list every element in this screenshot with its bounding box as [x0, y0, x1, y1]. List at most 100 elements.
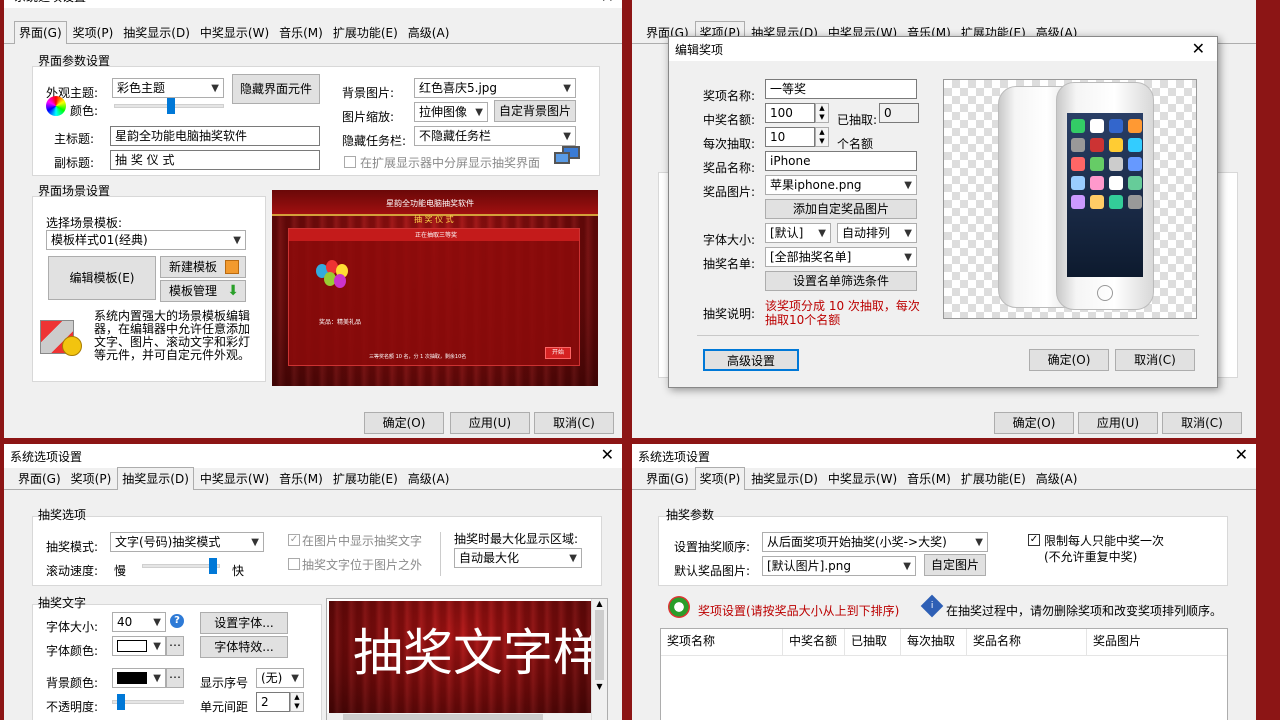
tab-prizes[interactable]: 奖项(P) [67, 469, 116, 489]
speed-slider[interactable] [142, 558, 220, 574]
close-icon[interactable]: ✕ [1235, 446, 1248, 464]
tab-music[interactable]: 音乐(M) [275, 469, 327, 489]
scene-select[interactable]: 模板样式01(经典) ▼ [46, 230, 246, 250]
apply-button[interactable]: 应用(U) [1078, 412, 1158, 434]
dialog-ok-button[interactable]: 确定(O) [1029, 349, 1109, 371]
font-color-more-button[interactable]: ⋯ [166, 636, 184, 656]
font-size-select[interactable]: [默认] ▼ [765, 223, 831, 243]
scroll-up-icon[interactable]: ▲ [592, 599, 607, 608]
tab-draw-display[interactable]: 抽奖显示(D) [119, 23, 194, 43]
scrollbar-thumb[interactable] [343, 714, 543, 720]
tab-interface[interactable]: 界面(G) [14, 21, 67, 44]
filter-button[interactable]: 设置名单筛选条件 [765, 271, 917, 291]
font-size-select[interactable]: 40 ▼ [112, 612, 166, 632]
taskbar-select[interactable]: 不隐藏任务栏 ▼ [414, 126, 576, 146]
tab-extensions[interactable]: 扩展功能(E) [957, 469, 1030, 489]
close-icon[interactable]: ✕ [1192, 40, 1205, 58]
bg-color-select[interactable]: ▼ [112, 668, 166, 688]
tab-extensions[interactable]: 扩展功能(E) [329, 469, 402, 489]
winners-stepper[interactable]: ▲ ▼ [815, 103, 829, 123]
column-header[interactable]: 奖品名称 [967, 629, 1087, 655]
scale-select[interactable]: 拉伸图像 ▼ [414, 102, 488, 122]
column-header[interactable]: 每次抽取 [901, 629, 967, 655]
custom-bg-button[interactable]: 自定背景图片 [494, 100, 576, 122]
main-title-input[interactable]: 星韵全功能电脑抽奖软件 [110, 126, 320, 146]
scrollbar-thumb[interactable] [595, 610, 604, 680]
list-label: 抽奖名单: [703, 257, 756, 271]
tab-prizes[interactable]: 奖项(P) [69, 23, 118, 43]
font-effect-button[interactable]: 字体特效... [200, 636, 288, 658]
hide-elements-button[interactable]: 隐藏界面元件 [232, 74, 320, 104]
tab-winner-display[interactable]: 中奖显示(W) [196, 469, 273, 489]
item-image-select[interactable]: 苹果iphone.png ▼ [765, 175, 917, 195]
column-header[interactable]: 中奖名额 [783, 629, 845, 655]
scroll-down-icon[interactable]: ▼ [592, 682, 607, 691]
prize-name-input[interactable]: 一等奖 [765, 79, 917, 99]
chevron-down-icon: ▼ [569, 553, 577, 564]
slider-thumb[interactable] [209, 558, 217, 574]
color-slider[interactable] [114, 98, 224, 114]
apply-button[interactable]: 应用(U) [450, 412, 530, 434]
theme-select[interactable]: 彩色主题 ▼ [112, 78, 224, 98]
chevron-down-icon: ▼ [153, 641, 161, 652]
slider-thumb[interactable] [117, 694, 125, 710]
horizontal-scrollbar[interactable] [327, 713, 591, 720]
cancel-button[interactable]: 取消(C) [534, 412, 614, 434]
tab-draw-display[interactable]: 抽奖显示(D) [747, 469, 822, 489]
tab-music[interactable]: 音乐(M) [275, 23, 327, 43]
tab-extensions[interactable]: 扩展功能(E) [329, 23, 402, 43]
tab-advanced[interactable]: 高级(A) [404, 469, 454, 489]
slider-thumb[interactable] [167, 98, 175, 114]
opacity-slider[interactable] [112, 694, 184, 710]
font-color-select[interactable]: ▼ [112, 636, 166, 656]
column-header[interactable]: 奖品图片 [1087, 629, 1229, 655]
limit-once-checkbox[interactable]: ✓ [1028, 534, 1040, 546]
ok-button[interactable]: 确定(O) [364, 412, 444, 434]
advanced-settings-button[interactable]: 高级设置 [703, 349, 799, 371]
set-font-button[interactable]: 设置字体... [200, 612, 288, 634]
tab-interface[interactable]: 界面(G) [642, 469, 693, 489]
edit-template-button[interactable]: 编辑模板(E) [48, 256, 156, 300]
show-in-image-checkbox[interactable]: ✓ [288, 534, 300, 546]
new-template-button[interactable]: 新建模板 [160, 256, 246, 278]
text-outside-checkbox[interactable] [288, 558, 300, 570]
tab-winner-display[interactable]: 中奖显示(W) [824, 469, 901, 489]
tab-music[interactable]: 音乐(M) [903, 469, 955, 489]
vertical-scrollbar[interactable]: ▲ ▼ [591, 599, 607, 720]
mode-select[interactable]: 文字(号码)抽奖模式 ▼ [110, 532, 264, 552]
split-screen-checkbox[interactable] [344, 156, 356, 168]
per-draw-stepper[interactable]: ▲ ▼ [815, 127, 829, 147]
bg-color-more-button[interactable]: ⋯ [166, 668, 184, 688]
spacing-input[interactable]: 2 [256, 692, 290, 712]
column-header[interactable]: 奖项名称 [661, 629, 783, 655]
per-draw-input[interactable]: 10 [765, 127, 815, 147]
maximize-select[interactable]: 自动最大化 ▼ [454, 548, 582, 568]
tab-draw-display[interactable]: 抽奖显示(D) [117, 467, 194, 490]
tab-advanced[interactable]: 高级(A) [1032, 469, 1082, 489]
close-icon[interactable]: ✕ [601, 0, 614, 6]
font-size-label: 字体大小: [46, 620, 99, 634]
serial-select[interactable]: (无) ▼ [256, 668, 304, 688]
manage-template-button[interactable]: 模板管理 ⬇ [160, 280, 246, 302]
default-image-select[interactable]: [默认图片].png ▼ [762, 556, 916, 576]
item-name-input[interactable]: iPhone [765, 151, 917, 171]
custom-image-button[interactable]: 自定图片 [924, 554, 986, 576]
arrange-select[interactable]: 自动排列 ▼ [837, 223, 917, 243]
column-header[interactable]: 已抽取 [845, 629, 901, 655]
ok-button[interactable]: 确定(O) [994, 412, 1074, 434]
close-icon[interactable]: ✕ [601, 446, 614, 464]
list-select[interactable]: [全部抽奖名单] ▼ [765, 247, 917, 267]
order-select[interactable]: 从后面奖项开始抽奖(小奖->大奖) ▼ [762, 532, 988, 552]
spacing-stepper[interactable]: ▲ ▼ [290, 692, 304, 712]
tab-prizes[interactable]: 奖项(P) [694, 467, 746, 490]
dialog-cancel-button[interactable]: 取消(C) [1115, 349, 1195, 371]
winners-input[interactable]: 100 [765, 103, 815, 123]
subtitle-input[interactable]: 抽 奖 仪 式 [110, 150, 320, 170]
help-icon[interactable]: ? [170, 614, 184, 628]
tab-advanced[interactable]: 高级(A) [404, 23, 454, 43]
bg-image-select[interactable]: 红色喜庆5.jpg ▼ [414, 78, 576, 98]
tab-interface[interactable]: 界面(G) [14, 469, 65, 489]
cancel-button[interactable]: 取消(C) [1162, 412, 1242, 434]
tab-winner-display[interactable]: 中奖显示(W) [196, 23, 273, 43]
add-image-button[interactable]: 添加自定奖品图片 [765, 199, 917, 219]
